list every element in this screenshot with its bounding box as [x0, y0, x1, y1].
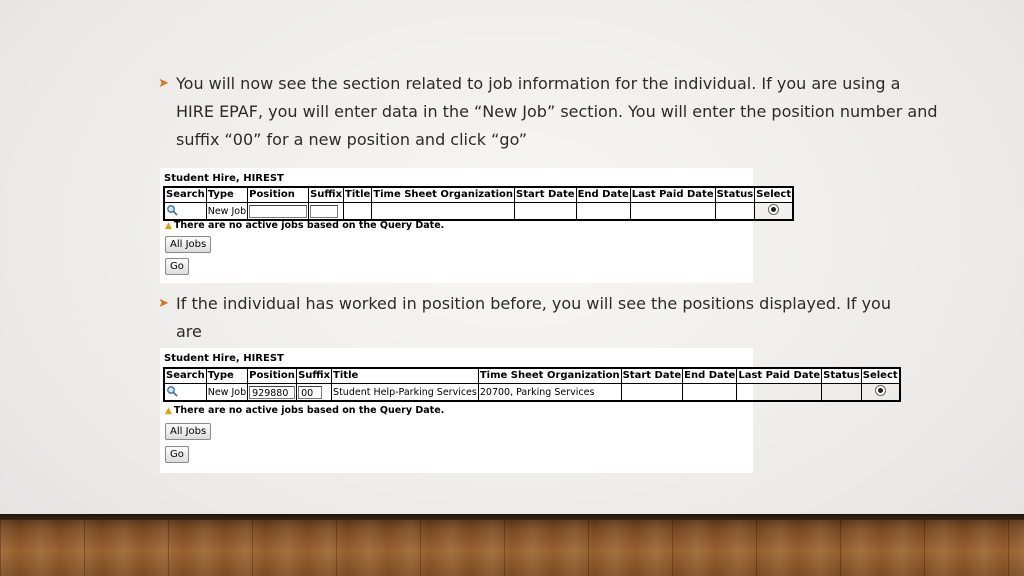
end-date-cell: [682, 383, 738, 402]
bullet-line: HIRE EPAF, you will enter data in the “N…: [176, 102, 938, 121]
suffix-cell: [308, 202, 345, 221]
bullet-line: suffix “00” for a new position and click…: [176, 130, 528, 149]
type-cell: New Job: [205, 383, 249, 402]
arrow-bullet-icon: ➤: [158, 296, 169, 311]
go-button[interactable]: Go: [165, 258, 189, 275]
col-org: Time Sheet Organization: [477, 367, 622, 384]
col-status: Status: [714, 186, 756, 203]
suffix-cell: 00: [296, 383, 333, 402]
last-paid-date-cell: [736, 383, 823, 402]
org-cell: [371, 202, 516, 221]
col-select: Select: [860, 367, 901, 384]
col-last-paid-date: Last Paid Date: [736, 367, 823, 384]
position-input[interactable]: 929880: [249, 385, 296, 399]
last-paid-date-cell: [629, 202, 716, 221]
table-row: New Job: [163, 202, 794, 221]
warning-icon: ▲: [165, 406, 172, 416]
suffix-input[interactable]: [310, 204, 339, 218]
start-date-cell: [514, 202, 577, 221]
job-table: Search Type Position Suffix Title Time S…: [163, 367, 901, 402]
bullet-line: If the individual has worked in position…: [176, 294, 891, 341]
org-cell: 20700, Parking Services: [477, 383, 622, 402]
existing-position-screenshot: Student Hire, HIREST Search Type Positio…: [160, 348, 901, 473]
col-search: Search: [163, 367, 207, 384]
col-select: Select: [754, 186, 794, 203]
col-type: Type: [205, 367, 249, 384]
col-end-date: End Date: [575, 186, 631, 203]
col-title: Title: [331, 367, 479, 384]
arrow-bullet-icon: ➤: [158, 76, 169, 91]
position-cell: [247, 202, 310, 221]
bullet-new-job: ➤ You will now see the section related t…: [158, 70, 938, 154]
title-cell: Student Help-Parking Services: [331, 383, 479, 402]
col-position: Position: [247, 367, 298, 384]
col-suffix: Suffix: [296, 367, 333, 384]
position-input[interactable]: [249, 204, 308, 218]
new-job-screenshot: Student Hire, HIREST Search Type Positio…: [160, 168, 795, 283]
table-row: New Job 929880 00 Student Help-Parking S…: [163, 383, 901, 402]
table-header-row: Search Type Position Suffix Title Time S…: [163, 367, 901, 384]
magnifier-icon[interactable]: [166, 204, 178, 216]
status-cell: [821, 383, 862, 402]
bullet-line: You will now see the section related to …: [176, 74, 901, 93]
col-org: Time Sheet Organization: [371, 186, 516, 203]
search-cell[interactable]: [163, 202, 207, 221]
suffix-input[interactable]: 00: [298, 385, 323, 399]
select-cell: [754, 202, 794, 221]
position-cell: 929880: [247, 383, 298, 402]
form-caption: Student Hire, HIREST: [164, 173, 284, 184]
start-date-cell: [620, 383, 684, 402]
no-active-jobs-notice: ▲ There are no active jobs based on the Q…: [165, 220, 444, 231]
end-date-cell: [575, 202, 631, 221]
col-start-date: Start Date: [514, 186, 577, 203]
magnifier-icon[interactable]: [166, 385, 178, 397]
col-start-date: Start Date: [620, 367, 684, 384]
select-radio-icon[interactable]: [768, 204, 780, 215]
warning-icon: ▲: [165, 221, 172, 231]
col-status: Status: [821, 367, 862, 384]
title-cell: [343, 202, 373, 221]
go-button[interactable]: Go: [165, 446, 189, 463]
notice-text: There are no active jobs based on the Qu…: [173, 220, 445, 231]
col-position: Position: [247, 186, 310, 203]
no-active-jobs-notice: ▲ There are no active jobs based on the Q…: [165, 405, 444, 416]
select-cell: [860, 383, 901, 402]
wood-floor-decoration: [0, 514, 1024, 576]
col-suffix: Suffix: [308, 186, 345, 203]
col-type: Type: [205, 186, 249, 203]
search-cell[interactable]: [163, 383, 207, 402]
col-last-paid-date: Last Paid Date: [629, 186, 716, 203]
type-cell: New Job: [205, 202, 249, 221]
all-jobs-button[interactable]: All Jobs: [165, 236, 212, 253]
status-cell: [714, 202, 756, 221]
col-search: Search: [163, 186, 207, 203]
all-jobs-button[interactable]: All Jobs: [165, 423, 212, 440]
job-table: Search Type Position Suffix Title Time S…: [163, 186, 795, 221]
col-end-date: End Date: [682, 367, 738, 384]
notice-text: There are no active jobs based on the Qu…: [173, 405, 445, 416]
select-radio-icon[interactable]: [874, 385, 886, 396]
table-header-row: Search Type Position Suffix Title Time S…: [163, 186, 794, 203]
form-caption: Student Hire, HIREST: [164, 353, 284, 364]
col-title: Title: [343, 186, 373, 203]
